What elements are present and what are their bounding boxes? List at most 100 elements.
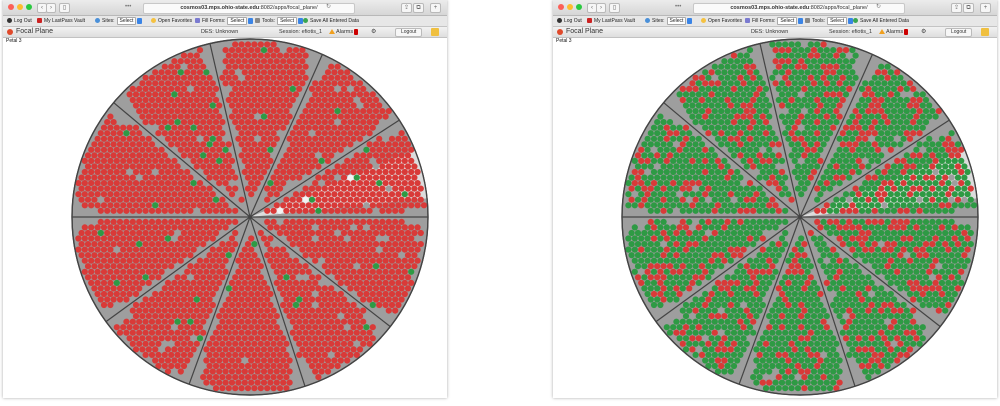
positioner-dot	[673, 196, 680, 203]
positioner-dot	[740, 58, 747, 65]
sites-select[interactable]: Select	[116, 16, 137, 25]
bookmark-tools[interactable]: Tools: Select	[805, 16, 853, 26]
positioner-dot	[862, 313, 869, 320]
lock-icon[interactable]	[431, 28, 439, 36]
bookmark-save-all[interactable]: Save All Entered Data	[303, 16, 359, 26]
tabs-icon[interactable]: ⧉	[963, 3, 974, 13]
bookmark-lastpass[interactable]: My LastPass Vault	[37, 16, 85, 26]
bookmark-favorites[interactable]: Open Favorites	[701, 16, 742, 26]
bookmark-sites[interactable]: Sites: Select	[645, 16, 693, 26]
tools-select[interactable]: Select	[827, 16, 847, 25]
positioner-dot	[906, 257, 914, 264]
positioner-dot	[692, 252, 699, 259]
bookmark-logout[interactable]: Log Out	[7, 16, 32, 26]
reload-icon[interactable]: ↻	[326, 3, 331, 12]
sites-dropdown-icon[interactable]	[687, 17, 693, 24]
positioner-dot	[919, 146, 926, 153]
positioner-dot	[644, 191, 651, 198]
positioner-dot	[670, 135, 677, 142]
close-window-button[interactable]	[558, 4, 564, 10]
sites-dropdown-icon[interactable]	[137, 17, 143, 24]
bookmark-sites[interactable]: Sites: Select	[95, 16, 143, 26]
positioner-dot	[190, 69, 197, 76]
plus-icon[interactable]: +	[980, 3, 991, 13]
minimize-window-button[interactable]	[567, 4, 573, 10]
positioner-dot	[682, 290, 690, 298]
positioner-dot	[257, 130, 264, 137]
positioner-dot	[308, 296, 316, 303]
sites-select[interactable]: Select	[666, 16, 687, 25]
zoom-window-button[interactable]	[26, 4, 32, 10]
fillforms-dropdown-icon[interactable]	[798, 17, 804, 24]
positioner-dot	[120, 180, 127, 187]
bookmark-fillforms[interactable]: Fill Forms: Select	[195, 16, 254, 26]
positioner-dot	[196, 235, 204, 242]
positioner-dot	[628, 185, 635, 192]
bookmark-favorites[interactable]: Open Favorites	[151, 16, 192, 26]
positioner-dot	[356, 235, 364, 242]
focal-plane-diagram[interactable]	[617, 36, 983, 398]
tabs-icon[interactable]: ⧉	[413, 3, 424, 13]
positioner-dot	[894, 168, 901, 176]
minimize-window-button[interactable]	[17, 4, 23, 10]
fillforms-select[interactable]: Select	[227, 16, 248, 25]
address-bar[interactable]: cosmos03.mps.ohio-state.edu:8082/apps/fo…	[143, 3, 355, 14]
positioner-dot	[807, 340, 814, 347]
tool-icon[interactable]: ⚙	[921, 29, 926, 35]
positioner-dot	[814, 41, 821, 48]
positioner-dot	[692, 74, 699, 81]
tool-icon[interactable]: ⚙	[371, 29, 376, 35]
positioner-dot	[232, 274, 239, 281]
positioner-dot	[698, 108, 706, 115]
positioner-dot	[782, 274, 789, 281]
positioner-dot	[152, 191, 159, 198]
positioner-dot	[894, 357, 901, 364]
share-icon[interactable]: ⇪	[951, 3, 962, 13]
focal-plane-diagram[interactable]	[67, 36, 433, 398]
positioner-dot	[347, 318, 354, 325]
positioner-dot	[734, 113, 741, 120]
positioner-dot	[740, 279, 747, 286]
positioner-dot	[698, 96, 706, 104]
positioner-dot	[257, 318, 264, 325]
positioner-dot	[238, 52, 245, 59]
tools-select[interactable]: Select	[277, 16, 297, 25]
plus-icon[interactable]: +	[430, 3, 441, 13]
positioner-dot	[296, 318, 303, 325]
positioner-dot	[270, 218, 277, 225]
sidebar-icon[interactable]: ▯	[59, 3, 70, 13]
positioner-dot	[785, 379, 792, 386]
fillforms-select[interactable]: Select	[777, 16, 798, 25]
share-icon[interactable]: ⇪	[401, 3, 412, 13]
bookmark-logout[interactable]: Log Out	[557, 16, 582, 26]
sidebar-icon[interactable]: ▯	[609, 3, 620, 13]
bookmark-tools[interactable]: Tools: Select	[255, 16, 303, 26]
top-sites-icon[interactable]: •••	[675, 3, 681, 11]
bookmark-lastpass[interactable]: My LastPass Vault	[587, 16, 635, 26]
address-bar[interactable]: cosmos03.mps.ohio-state.edu:8082/apps/fo…	[693, 3, 905, 14]
forward-icon[interactable]: ›	[596, 3, 606, 13]
positioner-dot	[708, 191, 715, 198]
positioner-dot	[100, 124, 108, 131]
forward-icon[interactable]: ›	[46, 3, 56, 13]
top-sites-icon[interactable]: •••	[125, 3, 131, 11]
positioner-dot	[686, 274, 693, 281]
positioner-dot	[385, 196, 392, 203]
fillforms-dropdown-icon[interactable]	[248, 17, 254, 24]
positioner-dot	[203, 168, 210, 176]
positioner-dot	[200, 274, 207, 281]
positioner-dot	[190, 313, 197, 320]
positioner-dot	[328, 296, 335, 303]
positioner-dot	[337, 235, 344, 242]
lock-icon[interactable]	[981, 28, 989, 36]
zoom-window-button[interactable]	[576, 4, 582, 10]
bookmark-fillforms[interactable]: Fill Forms: Select	[745, 16, 804, 26]
positioner-dot	[874, 80, 882, 87]
bookmark-save-all[interactable]: Save All Entered Data	[853, 16, 909, 26]
positioner-dot	[756, 130, 763, 137]
reload-icon[interactable]: ↻	[876, 3, 881, 12]
positioner-dot	[743, 307, 750, 314]
positioner-dot	[216, 102, 223, 109]
positioner-dot	[730, 307, 738, 314]
close-window-button[interactable]	[8, 4, 14, 10]
